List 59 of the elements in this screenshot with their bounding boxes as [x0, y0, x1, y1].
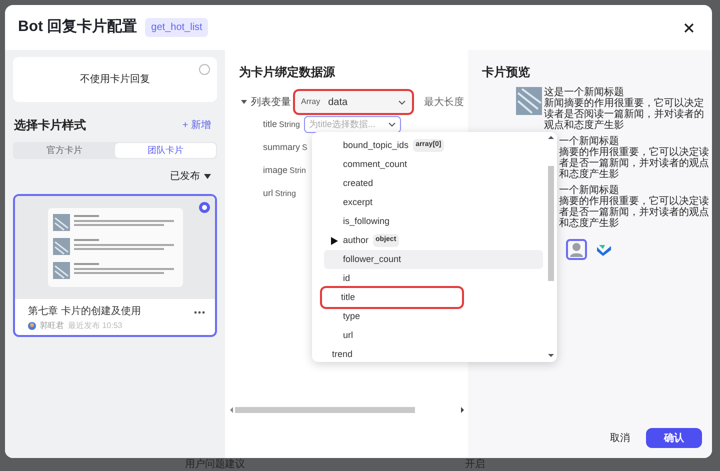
field-name: title [263, 118, 278, 131]
data-select[interactable]: Array data [295, 91, 412, 113]
close-icon [684, 22, 694, 32]
logo-icon [596, 244, 612, 256]
more-icon [194, 311, 205, 314]
confirm-button[interactable]: 确认 [646, 428, 702, 448]
dropdown-option[interactable]: excerpt [324, 193, 543, 212]
card-title: 第七章 卡片的创建及使用 [28, 304, 141, 319]
type-label: String [275, 188, 296, 200]
tab[interactable]: 官方卡片 [14, 143, 115, 158]
section-heading: 为卡片绑定数据源 [238, 64, 336, 81]
field-label: 最大长度 [424, 96, 464, 110]
person-silhouette-icon [570, 242, 583, 257]
author-name: 郭旺君 [40, 320, 64, 332]
section-heading: 卡片预览 [481, 64, 531, 81]
add-button[interactable]: + 新增 [182, 118, 211, 132]
avatar-option[interactable] [566, 239, 587, 260]
card-template[interactable]: 第七章 卡片的创建及使用 郭旺君 最近发布 10:53 [13, 194, 217, 337]
function-tag: get_hot_list [145, 18, 208, 37]
type-label: String [279, 118, 300, 130]
field-name: url [263, 186, 274, 200]
type-label: Strin [290, 164, 306, 176]
collapse-caret-icon [241, 100, 247, 104]
type-label: S [302, 142, 308, 154]
news-title: 一个新闻标题 [559, 136, 619, 147]
section-heading: 选择卡片样式 [14, 117, 86, 134]
news-summary: 摘要的作用很重要，它可以决定读者是否一篇新闻，并对读者的观点和态度产生影 [559, 147, 710, 180]
dropdown-option[interactable]: type [324, 307, 543, 326]
chevron-down-icon [388, 122, 396, 127]
dropdown-option[interactable]: id [324, 269, 543, 288]
window-title: Bot 回复卡片配置 [18, 17, 138, 38]
status-filter[interactable]: 已发布 [170, 169, 211, 184]
tab[interactable]: 团队卡片 [115, 143, 216, 158]
background-text: 用户问题建议 [185, 459, 245, 471]
more-button[interactable] [194, 311, 205, 314]
field-name: summary [263, 140, 300, 154]
dropdown-option[interactable]: title [322, 288, 462, 307]
dropdown-option[interactable]: url [324, 326, 543, 345]
chevron-down-icon [398, 100, 406, 104]
avatar-icon [28, 322, 36, 330]
news-summary: 新闻摘要的作用很重要，它可以决定读者是否阅读一篇新闻，并对读者的观点和态度产生影 [544, 98, 705, 131]
news-title: 这是一个新闻标题 [544, 87, 624, 98]
field-name: image [263, 164, 288, 177]
dropdown-option[interactable]: follower_count [324, 250, 543, 269]
dropdown-option[interactable]: created [324, 174, 543, 193]
dropdown-option[interactable]: is_following [324, 212, 543, 231]
dropdown-option[interactable]: trend [324, 345, 543, 362]
dropdown-option[interactable]: comment_count [324, 155, 543, 174]
caret-icon [204, 174, 211, 179]
no-card-option[interactable]: 不使用卡片回复 [13, 57, 217, 102]
news-image-placeholder [516, 87, 542, 115]
expand-arrow-icon [331, 236, 338, 244]
publish-time: 最近发布 10:53 [68, 320, 122, 332]
cancel-button[interactable]: 取消 [608, 428, 632, 448]
news-title: 一个新闻标题 [559, 185, 619, 196]
background-text: 开启 [465, 459, 485, 471]
field-label: 列表变量 [251, 96, 291, 110]
radio-button[interactable] [199, 64, 210, 75]
news-summary: 摘要的作用很重要，它可以决定读者是否一篇新闻，并对读者的观点和态度产生影 [559, 196, 710, 229]
